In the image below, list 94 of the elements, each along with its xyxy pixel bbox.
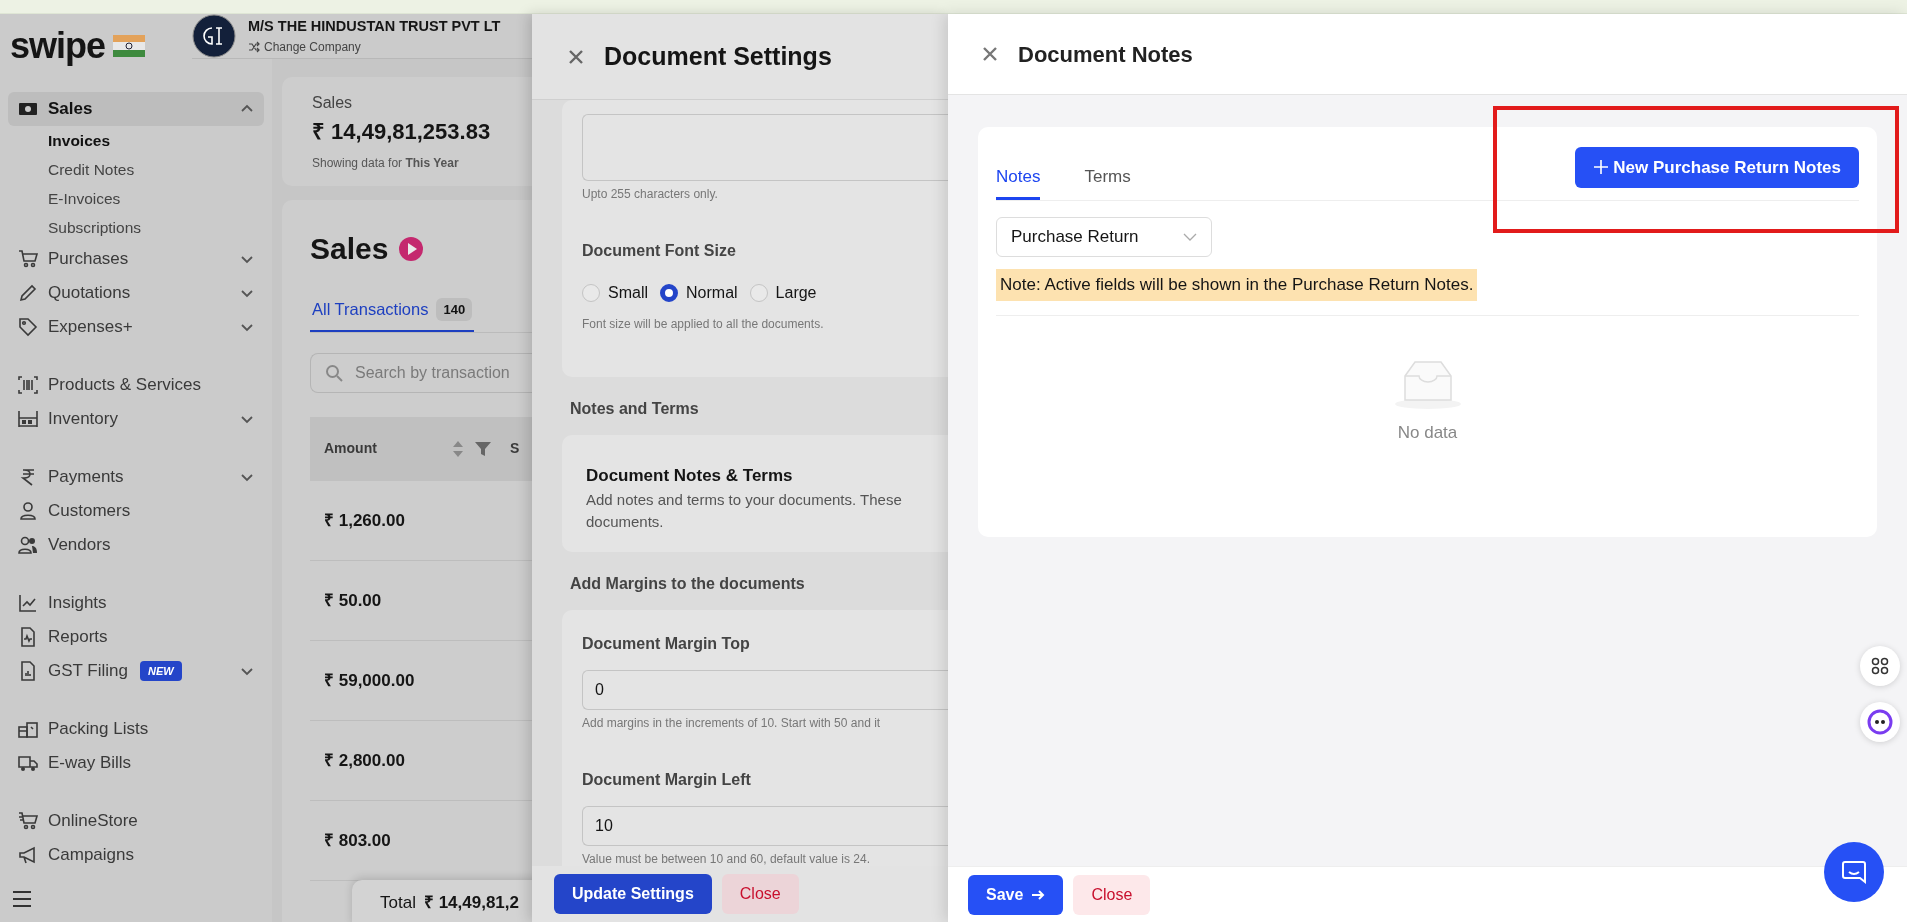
tag-icon <box>18 317 38 337</box>
sidebar-item[interactable]: Insights <box>8 586 264 620</box>
sidebar-item[interactable]: OnlineStore <box>8 804 264 838</box>
chart-line-icon <box>18 593 38 613</box>
arrow-right-icon <box>1031 888 1046 901</box>
tab[interactable]: Notes <box>996 163 1041 200</box>
tab[interactable]: Terms <box>1084 163 1131 200</box>
radio-option[interactable]: Small <box>582 281 648 305</box>
amount-cell-text: ₹ 1,260.00 <box>324 509 405 532</box>
sidebar-item[interactable]: GST Filing NEW <box>8 654 264 688</box>
total-amount: ₹ 14,49,81,2 <box>423 892 519 915</box>
summary-label: Sales <box>312 93 354 113</box>
close-button[interactable]: Close <box>721 874 799 914</box>
amount-cell-text: ₹ 2,800.00 <box>324 749 405 772</box>
sidebar-item[interactable]: Customers <box>8 494 264 528</box>
field-label: Document Margin Top <box>582 633 751 654</box>
pencil-icon <box>18 283 38 303</box>
drawer-title: Document Notes <box>1018 40 1193 69</box>
field-hint: Upto 255 characters only. <box>582 186 719 203</box>
search-icon <box>325 363 343 382</box>
notes-terms-card[interactable]: Document Notes & Terms Add notes and terms to your documents. These documents. <box>562 435 948 552</box>
amount-cell-text: ₹ 59,000.00 <box>324 669 415 692</box>
megaphone-icon <box>18 845 38 865</box>
summary-amount: ₹ 14,49,81,253.83 <box>312 118 492 146</box>
menu-icon[interactable] <box>12 889 32 908</box>
shelf-icon <box>18 409 38 429</box>
sidebar-item[interactable]: Packing Lists <box>8 712 264 746</box>
document-chart-icon <box>18 661 38 681</box>
input-field[interactable]: 10 <box>582 805 948 846</box>
sidebar-item[interactable]: Products & Services <box>8 368 264 402</box>
close-icon[interactable] <box>568 48 584 65</box>
report-icon <box>18 627 38 647</box>
company-name: M/S THE HINDUSTAN TRUST PVT LT <box>248 17 501 37</box>
card-description: Add notes and terms to your documents. These documents. <box>586 489 903 532</box>
tab[interactable]: All Transactions 140 <box>310 291 475 332</box>
sidebar-subitem[interactable]: Credit Notes <box>8 155 264 184</box>
drawer-title: Document Settings <box>604 40 832 72</box>
sidebar-item[interactable]: Payments <box>8 460 264 494</box>
field-hint: Font size will be applied to all the documents. <box>582 316 825 333</box>
amount-cell-text: ₹ 803.00 <box>324 829 391 852</box>
shuffle-icon <box>248 40 260 53</box>
field-hint: Add margins in the increments of 10. Start with 50 and it <box>582 714 882 732</box>
close-button[interactable]: Close <box>1073 874 1151 915</box>
change-company-link[interactable]: Change Company <box>248 37 501 56</box>
barcode-icon <box>18 375 38 395</box>
update-settings-button[interactable]: Update Settings <box>554 874 712 914</box>
page-title: Sales <box>310 231 389 267</box>
document-type-select[interactable]: Purchase Return <box>996 217 1212 257</box>
sidebar-item[interactable]: Inventory <box>8 402 264 436</box>
plus-icon <box>1593 159 1610 176</box>
radio-option[interactable]: Large <box>749 281 817 305</box>
grid-icon <box>1871 657 1889 675</box>
save-button[interactable]: Save <box>968 874 1064 915</box>
total-label: Total <box>380 892 416 915</box>
field-label: Document Font Size <box>582 241 737 261</box>
field-hint: Value must be between 10 and 60, default value is 24. <box>582 850 871 866</box>
people-icon <box>18 535 38 555</box>
company-logo <box>192 14 236 58</box>
sidebar-item[interactable]: Sales <box>8 92 264 126</box>
sidebar-subitem[interactable]: Invoices <box>8 126 264 155</box>
sidebar-item[interactable]: Quotations <box>8 276 264 310</box>
chevron-down-icon <box>1183 232 1197 242</box>
filter-icon[interactable] <box>474 440 492 457</box>
amount-cell-text: ₹ 50.00 <box>324 589 382 612</box>
chat-icon <box>1841 859 1867 885</box>
person-icon <box>18 501 38 521</box>
section-heading: Add Margins to the documents <box>569 573 806 594</box>
note-text: Note: Active fields will be shown in the Purchase Return Notes. <box>996 269 1478 301</box>
play-icon[interactable] <box>398 235 425 262</box>
sidebar-item[interactable]: Reports <box>8 620 264 654</box>
radio-option[interactable]: Normal <box>660 281 738 305</box>
sidebar-item[interactable]: Vendors <box>8 528 264 562</box>
sidebar-item[interactable]: Campaigns <box>8 838 264 872</box>
cart-icon <box>18 249 38 269</box>
bot-icon <box>1867 709 1893 735</box>
period-text: Showing data for This Year <box>312 155 460 172</box>
new-notes-button[interactable]: New Purchase Return Notes <box>1575 146 1859 188</box>
close-icon[interactable] <box>982 46 998 62</box>
sidebar-subitem[interactable]: E-Invoices <box>8 184 264 213</box>
truck-icon <box>18 753 38 773</box>
section-heading: Notes and Terms <box>569 399 700 419</box>
flag-icon <box>113 35 146 57</box>
sidebar-item[interactable]: Purchases <box>8 242 264 276</box>
sidebar-item[interactable]: E-way Bills <box>8 746 264 780</box>
logo: swipe <box>10 28 106 64</box>
sidebar-subitem[interactable]: Subscriptions <box>8 213 264 242</box>
field-label: Document Margin Left <box>582 769 752 790</box>
new-badge: NEW <box>140 660 182 682</box>
boxes-icon <box>18 719 38 739</box>
empty-state-text: No data <box>1397 421 1458 444</box>
shopping-cart-icon <box>18 811 38 831</box>
sidebar-item[interactable]: Expenses+ <box>8 310 264 344</box>
count-badge: 140 <box>436 297 473 322</box>
input-field[interactable]: 0 <box>582 669 948 710</box>
